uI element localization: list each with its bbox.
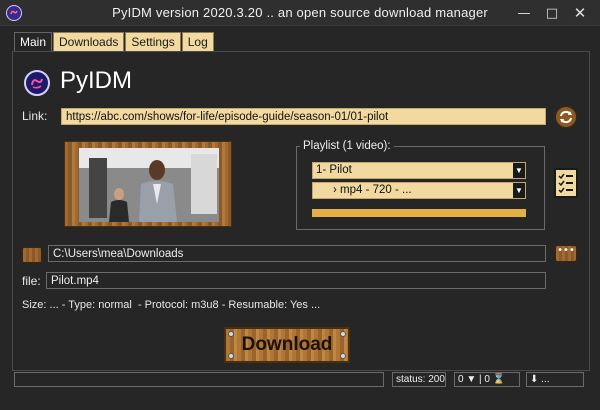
refresh-icon[interactable] xyxy=(555,106,577,128)
file-name-input[interactable]: Pilot.mp4 xyxy=(46,272,546,289)
app-name: PyIDM xyxy=(60,67,132,94)
folder-input[interactable]: C:\Users\mea\Downloads xyxy=(48,245,546,262)
stream-select[interactable]: › mp4 - 720 - ... ▼ xyxy=(312,182,526,199)
playlist-progress-bar xyxy=(312,209,526,217)
more-options-icon[interactable]: ••• xyxy=(555,245,577,262)
progress-fill xyxy=(312,209,526,217)
chevron-down-icon[interactable]: ▼ xyxy=(513,183,525,198)
maximize-icon[interactable]: □ xyxy=(538,0,566,26)
tab-downloads[interactable]: Downloads xyxy=(53,32,125,52)
thumbnail-frame xyxy=(64,141,232,227)
title-bar: PyIDM version 2020.3.20 .. an open sourc… xyxy=(0,0,600,26)
pyidm-logo-icon xyxy=(24,70,50,96)
rivet-icon xyxy=(228,331,234,337)
download-info: Size: ... - Type: normal - Protocol: m3u… xyxy=(22,299,321,311)
tab-bar: Main Downloads Settings Log xyxy=(14,32,215,53)
tab-settings[interactable]: Settings xyxy=(125,32,181,52)
download-button-label: Download xyxy=(241,334,333,355)
speed-indicator: ⬇ ... xyxy=(526,372,584,387)
rivet-icon xyxy=(340,331,346,337)
playlist-title: Playlist (1 video): xyxy=(300,140,394,152)
link-label: Link: xyxy=(22,109,48,123)
tab-main[interactable]: Main xyxy=(14,32,53,53)
rivet-icon xyxy=(228,353,234,359)
tab-log[interactable]: Log xyxy=(181,32,214,52)
minimize-icon[interactable]: — xyxy=(510,0,538,26)
download-button[interactable]: Download xyxy=(224,327,350,363)
video-select[interactable]: 1- Pilot ▼ xyxy=(312,162,526,179)
status-code: status: 200 xyxy=(392,372,446,387)
link-input[interactable]: https://abc.com/shows/for-life/episode-g… xyxy=(61,108,546,125)
close-icon[interactable]: ✕ xyxy=(566,0,594,26)
video-select-value: 1- Pilot xyxy=(316,164,352,176)
download-counters: 0 ▼ | 0 ⌛ xyxy=(454,372,520,387)
file-label: file: xyxy=(22,274,41,288)
stream-select-value: › mp4 - 720 - ... xyxy=(333,184,412,196)
checklist-icon[interactable] xyxy=(554,168,578,198)
rivet-icon xyxy=(340,353,346,359)
folder-icon[interactable] xyxy=(22,247,42,263)
chevron-down-icon[interactable]: ▼ xyxy=(513,163,525,178)
video-thumbnail xyxy=(79,148,219,222)
status-message xyxy=(14,372,384,387)
